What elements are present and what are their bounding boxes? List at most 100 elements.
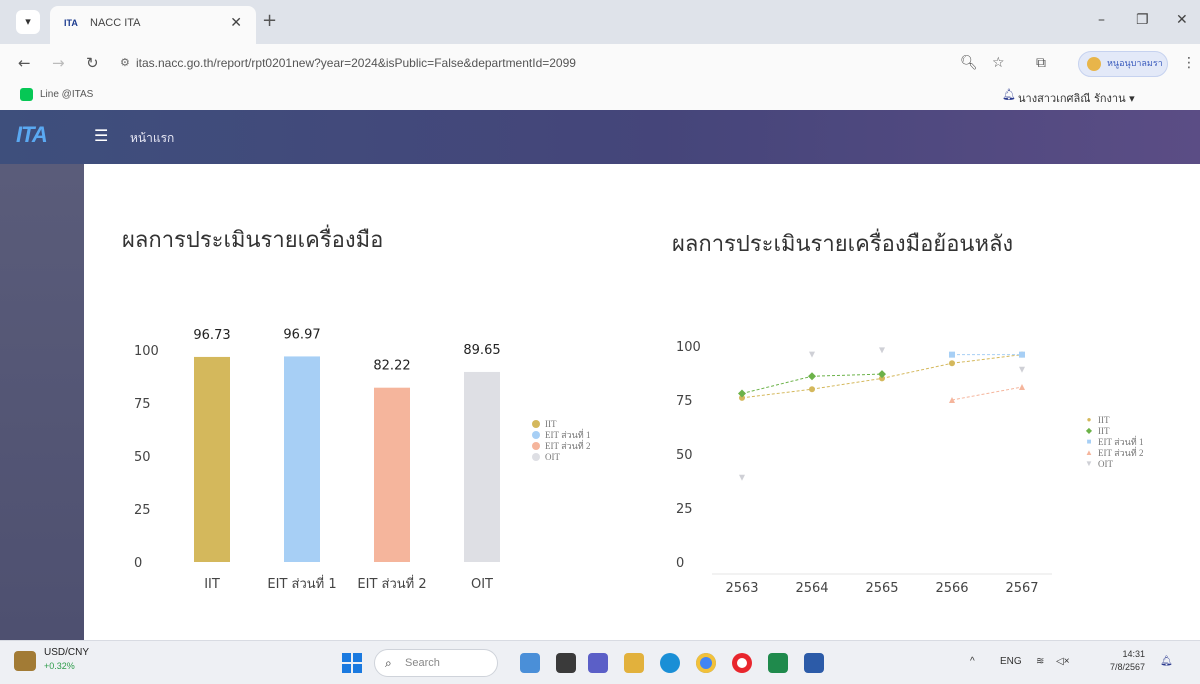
wifi-icon[interactable]: ≋ <box>1036 656 1044 667</box>
line-y-tick: 50 <box>676 448 693 463</box>
clock[interactable]: 14:31 7/8/2567 <box>1110 648 1145 674</box>
legend-marker <box>532 452 540 461</box>
series-line <box>811 373 883 377</box>
series-point[interactable] <box>809 351 815 358</box>
word-icon[interactable] <box>804 653 824 673</box>
close-window-icon[interactable]: ✕ <box>1176 12 1188 28</box>
extensions-icon[interactable]: ⧉ <box>1036 55 1046 71</box>
legend-item[interactable]: ● IIT <box>1084 414 1143 425</box>
browser-tab-bar: ▾ ITA NACC ITA ✕ + – ❐ ✕ <box>0 0 1200 44</box>
series-point[interactable] <box>1019 366 1025 373</box>
tray-expand-icon[interactable]: ^ <box>970 656 975 667</box>
hamburger-menu-icon[interactable]: ☰ <box>94 126 108 145</box>
series-point[interactable] <box>1019 351 1025 358</box>
left-sidebar <box>0 164 84 640</box>
new-tab-button[interactable]: + <box>262 10 277 31</box>
bar-y-tick: 0 <box>134 556 142 571</box>
file-explorer-icon[interactable] <box>624 653 644 673</box>
bell-icon[interactable]: 🔔︎ <box>1002 88 1016 101</box>
user-menu[interactable]: นางสาวเกศลิณี รักงาน ▾ <box>1018 89 1135 107</box>
restore-icon[interactable]: ❐ <box>1136 12 1149 28</box>
bar-value-label: 82.22 <box>373 359 410 374</box>
bar-2[interactable] <box>374 387 410 562</box>
nav-home-link[interactable]: หน้าแรก <box>130 129 174 148</box>
site-info-icon[interactable]: ⚙ <box>120 56 130 69</box>
series-point[interactable] <box>878 370 886 379</box>
legend-item[interactable]: ▲ EIT ส่วนที่ 2 <box>1084 447 1143 458</box>
line-x-tick: 2567 <box>1005 581 1038 594</box>
minimize-icon[interactable]: – <box>1098 12 1105 28</box>
series-point[interactable] <box>1019 384 1025 391</box>
series-line <box>741 375 813 395</box>
bookmark-line-itas[interactable]: Line @ITAS <box>40 89 93 100</box>
legend-marker: ● <box>1086 415 1092 424</box>
legend-item[interactable]: EIT ส่วนที่ 2 <box>532 440 590 451</box>
bar-x-tick: IIT <box>204 577 220 592</box>
line-icon <box>20 88 33 101</box>
series-point[interactable] <box>739 474 745 481</box>
people-app-icon[interactable] <box>520 653 540 673</box>
bookmarks-bar: Line @ITAS 🔔︎ นางสาวเกศลิณี รักงาน ▾ <box>0 84 1200 108</box>
bar-0[interactable] <box>194 356 230 562</box>
legend-item[interactable]: ▼ OIT <box>1084 458 1143 469</box>
taskbar-search[interactable]: ⌕ Search <box>374 649 498 677</box>
search-icon: ⌕ <box>385 656 392 670</box>
tab-title: NACC ITA <box>90 17 141 29</box>
profile-button[interactable]: หนูอนุบาลมรา <box>1078 51 1168 77</box>
edge-icon[interactable] <box>660 653 680 673</box>
line-chart-legend: ● IIT ◆ IIT ■ EIT ส่วนที่ 1 ▲ EIT ส่วนที่ 2 ▼ OIT <box>1084 414 1143 469</box>
more-menu-icon[interactable]: ⋮ <box>1182 55 1196 71</box>
clock-time: 14:31 <box>1122 649 1146 659</box>
volume-icon[interactable]: ◁× <box>1056 656 1070 667</box>
series-point[interactable] <box>949 351 955 358</box>
close-tab-icon[interactable]: ✕ <box>230 15 242 31</box>
series-point[interactable] <box>809 386 815 393</box>
language-indicator[interactable]: ENG <box>1000 656 1022 667</box>
teams-icon[interactable] <box>588 653 608 673</box>
line-x-tick: 2564 <box>795 581 828 594</box>
series-point[interactable] <box>949 360 955 367</box>
legend-marker <box>532 441 540 450</box>
line-chart: 0 25 50 75 100 2563 2564 2565 2566 2567 <box>676 340 1052 594</box>
legend-marker: ▼ <box>1085 459 1093 468</box>
legend-label: OIT <box>545 451 560 462</box>
legend-item[interactable]: OIT <box>532 451 590 462</box>
line-x-tick: 2565 <box>865 581 898 594</box>
series-point[interactable] <box>808 372 816 381</box>
line-x-tick: 2566 <box>935 581 968 594</box>
line-x-tick: 2563 <box>725 581 758 594</box>
bar-3[interactable] <box>464 371 500 562</box>
browser-tab[interactable]: ITA NACC ITA ✕ <box>50 6 256 44</box>
zoom-icon[interactable]: 🔍︎ <box>960 55 978 71</box>
stock-widget-icon[interactable] <box>14 651 36 671</box>
widget-change: +0.32% <box>44 661 75 671</box>
legend-label: OIT <box>1098 458 1113 469</box>
forward-icon[interactable]: → <box>52 54 65 72</box>
bar-x-tick: EIT ส่วนที่ 2 <box>357 575 426 592</box>
bar-x-tick: EIT ส่วนที่ 1 <box>267 575 336 592</box>
legend-marker: ▲ <box>1085 448 1093 457</box>
line-y-tick: 100 <box>676 340 701 355</box>
opera-icon[interactable] <box>732 653 752 673</box>
bookmark-star-icon[interactable]: ☆ <box>992 55 1005 71</box>
tab-search-button[interactable]: ▾ <box>16 10 40 34</box>
legend-label: IIT <box>1098 414 1110 425</box>
chrome-icon[interactable] <box>696 653 716 673</box>
series-point[interactable] <box>879 347 885 354</box>
series-point[interactable] <box>738 389 746 398</box>
bar-chart: 0 25 50 75 100 96.73 IIT 96.97 EIT ส่วนที่ 1 82.2… <box>134 327 501 592</box>
reload-icon[interactable]: ↻ <box>86 54 99 72</box>
line-y-tick: 25 <box>676 502 693 517</box>
task-view-icon[interactable] <box>556 653 576 673</box>
notification-bell-icon[interactable]: 🔔︎ <box>1160 656 1173 667</box>
bar-1[interactable] <box>284 356 320 562</box>
bar-y-tick: 25 <box>134 503 151 518</box>
ita-logo[interactable]: ITA <box>16 122 48 148</box>
url-field[interactable]: itas.nacc.go.th/report/rpt0201new?year=2… <box>136 56 576 70</box>
windows-taskbar: USD/CNY +0.32% ⌕ Search ^ ENG ≋ ◁× 14:31… <box>0 640 1200 684</box>
bar-x-tick: OIT <box>471 577 493 592</box>
back-icon[interactable]: ← <box>18 54 31 72</box>
ita-favicon-icon: ITA <box>64 18 78 28</box>
windows-start-icon[interactable] <box>342 653 362 673</box>
excel-icon[interactable] <box>768 653 788 673</box>
